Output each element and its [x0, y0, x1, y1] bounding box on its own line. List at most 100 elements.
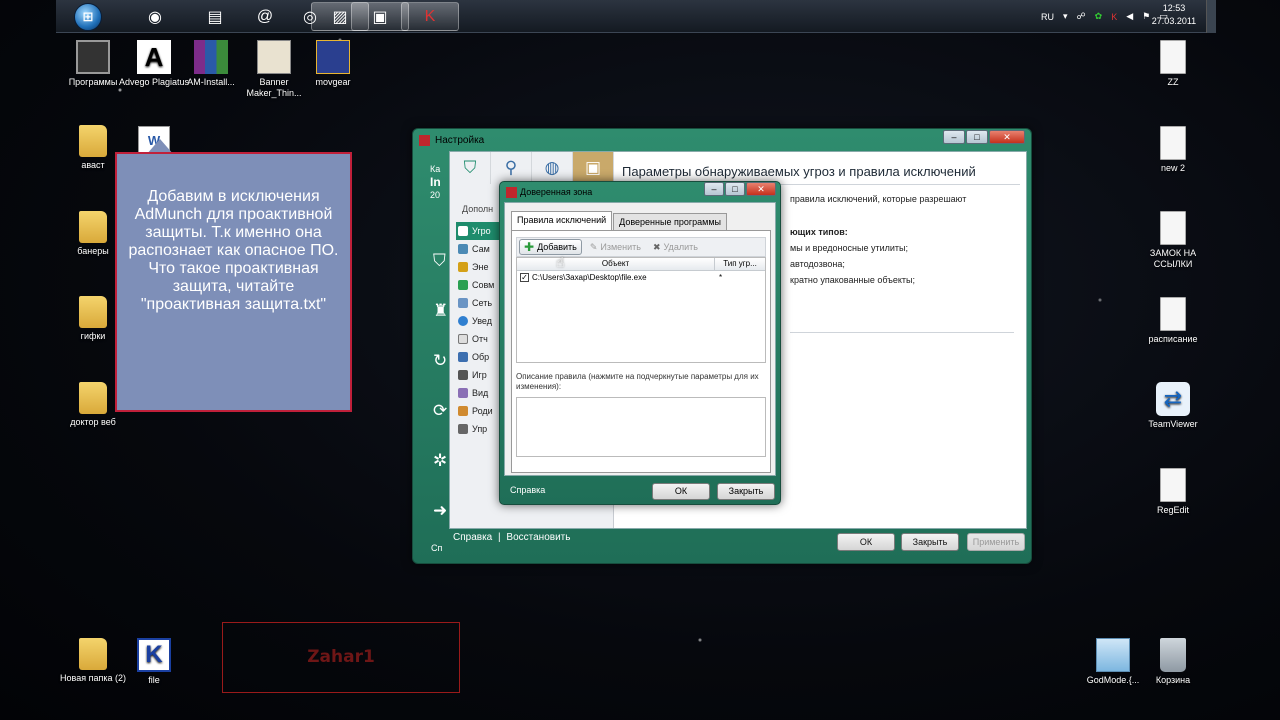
tab-exclusion-rules[interactable]: Правила исключений [511, 211, 613, 230]
menu-item-label: Угро [472, 226, 491, 236]
desktop-icon-file[interactable]: K file [117, 638, 191, 686]
add-rule-button[interactable]: ✚ Добавить [519, 239, 582, 255]
scan-tab-icon[interactable]: ⚲ [491, 152, 532, 184]
self-defense-icon [458, 244, 468, 254]
menu-item-label: Отч [472, 334, 488, 344]
dialog-tabs: Правила исключений Доверенные программы [511, 211, 728, 230]
refresh-icon[interactable]: ↻ [433, 351, 447, 371]
dialog-close-button-footer[interactable]: Закрыть [717, 483, 775, 500]
menu-item-label: Совм [472, 280, 495, 290]
document-icon [1160, 40, 1186, 74]
start-button[interactable]: ⊞ [66, 0, 110, 33]
settings-window-title: Настройка [435, 135, 485, 146]
tray-icq-icon[interactable]: ✿ [1095, 11, 1103, 22]
desktop-icon-regedit[interactable]: RegEdit [1136, 468, 1210, 516]
protection-tab-icon[interactable]: ⛉ [450, 152, 491, 184]
folder-icon [79, 296, 107, 328]
desktop-icon-teamviewer[interactable]: ⇄ TeamViewer [1136, 382, 1210, 430]
tab-trusted-programs[interactable]: Доверенные программы [613, 213, 727, 230]
close-window-button[interactable]: ✕ [989, 130, 1025, 144]
tray-network-icon[interactable]: ☍ [1077, 11, 1086, 22]
shield-icon[interactable]: ⛉ [433, 251, 446, 271]
settings-ok-button[interactable]: ОК [837, 533, 895, 551]
product-name-fragment: Ка In 20 [430, 163, 441, 202]
rule-threat-type: * [719, 273, 723, 282]
taskbar-clock[interactable]: 12:53 27.03.2011 [1148, 2, 1200, 28]
arrows-icon [458, 352, 468, 362]
kaspersky-icon: K [137, 638, 171, 672]
document-icon [1160, 211, 1186, 245]
annotation-note: Добавим в исключения AdMunch для проакти… [115, 152, 352, 412]
dialog-maximize-button[interactable]: □ [725, 182, 745, 196]
folder-icon [79, 382, 107, 414]
column-header-object[interactable]: Объект [517, 258, 715, 270]
taskbar-kaspersky-icon[interactable]: K [401, 2, 459, 31]
watermark: Zahar1 [222, 622, 460, 693]
menu-item-label: Сам [472, 244, 490, 254]
windows-logo-icon: ⊞ [74, 2, 102, 31]
desktop-icon-zz[interactable]: ZZ [1136, 40, 1210, 88]
menu-item-label: Игр [472, 370, 487, 380]
clock-date: 27.03.2011 [1151, 16, 1197, 26]
restore-link[interactable]: Восстановить [506, 532, 570, 543]
settings-close-button[interactable]: Закрыть [901, 533, 959, 551]
dialog-close-button[interactable]: ✕ [746, 182, 776, 196]
rule-enabled-checkbox[interactable]: ✓ [520, 273, 529, 282]
delete-rule-button[interactable]: ✖ Удалить [649, 239, 702, 255]
update-icon[interactable]: ⟳ [433, 401, 447, 421]
help-link[interactable]: Справка [453, 532, 492, 543]
taskbar-opera-icon[interactable]: ◉ [126, 2, 184, 31]
add-rule-label: Добавить [537, 242, 577, 252]
update-tab-icon[interactable]: ◍ [532, 152, 573, 184]
rules-table: Объект Тип угр... ✓ C:\Users\Захар\Deskt… [516, 257, 766, 363]
rules-table-header: Объект Тип угр... [517, 258, 765, 271]
edit-rule-button[interactable]: ✎ Изменить [586, 239, 645, 255]
delete-icon: ✖ [653, 242, 661, 252]
dialog-ok-button[interactable]: ОК [652, 483, 710, 500]
show-desktop-button[interactable] [1206, 0, 1216, 33]
disk-icon [458, 424, 468, 434]
desktop-icon-label: Корзина [1155, 675, 1191, 685]
desktop-icon-movgear[interactable]: movgear [296, 40, 370, 88]
dialog-help-link[interactable]: Справка [510, 485, 545, 495]
minimize-button[interactable]: – [943, 130, 965, 144]
tower-icon[interactable]: ♜ [433, 301, 448, 321]
language-indicator[interactable]: RU [1041, 12, 1054, 22]
footer-fragment: Сп [431, 543, 443, 553]
dialog-content: Правила исключений Доверенные программы … [504, 202, 776, 476]
rule-description-box [516, 397, 766, 457]
threats-icon [458, 226, 468, 236]
settings-side-strip: Ка In 20 ⛉ ♜ ↻ ⟳ ✲ ➜ [413, 151, 449, 531]
dialog-minimize-button[interactable]: – [704, 182, 724, 196]
network-icon [458, 298, 468, 308]
product-fragment-3: 20 [430, 190, 441, 200]
rules-toolbar: ✚ Добавить ✎ Изменить ✖ Удалить [516, 237, 766, 257]
tray-arrow-icon[interactable]: ▾ [1063, 11, 1068, 22]
desktop-icon-new2[interactable]: new 2 [1136, 126, 1210, 174]
tray-kaspersky-icon[interactable]: K [1111, 12, 1117, 22]
taskbar: ⊞ ◉ ▤ @ ◎ ▨ ▣ K RU ▾ ☍ ✿ K ◀ ⚑ ▭ [56, 0, 1216, 33]
settings-footer: Справка | Восстановить [453, 532, 570, 543]
checkbox-icon [458, 280, 468, 290]
advanced-tab-icon[interactable]: ▣ [573, 152, 614, 184]
table-row[interactable]: ✓ C:\Users\Захар\Desktop\file.exe * [517, 271, 765, 285]
menu-item-label: Упр [472, 424, 488, 434]
plus-icon: ✚ [524, 240, 535, 254]
desktop-icon-recycle-bin[interactable]: Корзина [1136, 638, 1210, 686]
desktop-icon-label: file [148, 675, 160, 685]
desktop-icon-lock-links[interactable]: ЗАМОК НА ССЫЛКИ [1136, 211, 1210, 270]
desktop-icon-label: Программы [68, 77, 118, 87]
desktop-icon-label: ЗАМОК НА ССЫЛКИ [1149, 248, 1197, 269]
desktop-icon-schedule[interactable]: расписание [1136, 297, 1210, 345]
footer-separator: | [498, 532, 501, 543]
advanced-section-label: Дополн [462, 204, 494, 214]
settings-apply-button[interactable]: Применить [967, 533, 1025, 551]
tray-volume-icon[interactable]: ◀ [1126, 11, 1133, 22]
menu-item-label: Увед [472, 316, 492, 326]
settings-text-5: кратно упакованные объекты; [790, 275, 915, 285]
column-header-threat-type[interactable]: Тип угр... [715, 258, 765, 270]
tools-icon[interactable]: ✲ [433, 451, 447, 471]
maximize-button[interactable]: □ [966, 130, 988, 144]
rule-object-path: C:\Users\Захар\Desktop\file.exe [532, 273, 647, 282]
support-icon[interactable]: ➜ [433, 501, 447, 521]
